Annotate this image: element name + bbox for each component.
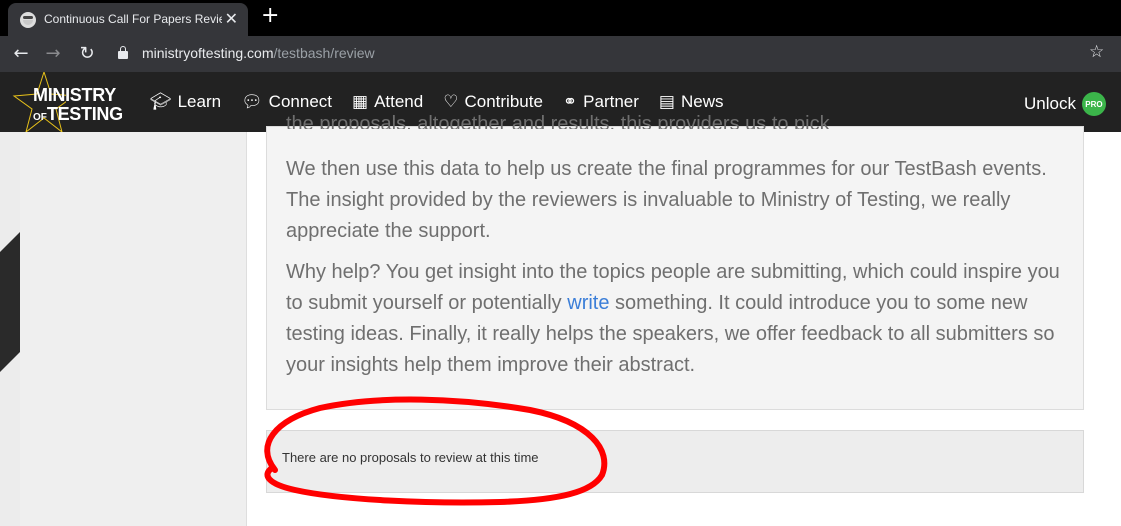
no-proposals-notice: There are no proposals to review at this… bbox=[266, 430, 1084, 493]
forward-arrow-icon[interactable]: → bbox=[41, 42, 65, 66]
tab-title: Continuous Call For Papers Review bbox=[44, 12, 222, 26]
intro-partial-line: the proposals, altogether and results, t… bbox=[286, 113, 830, 129]
bookmark-star-icon[interactable]: ☆ bbox=[1089, 42, 1104, 62]
logo-of: OF bbox=[33, 112, 47, 123]
pro-badge: PRO bbox=[1081, 92, 1106, 116]
intro-paragraph-1: We then use this data to help us create … bbox=[286, 158, 1047, 242]
menu-learn-label: Learn bbox=[177, 92, 222, 111]
logo-line-ministry: MINISTRY bbox=[33, 85, 116, 105]
ministry-of-testing-logo[interactable]: MINISTRY OFTESTING bbox=[6, 72, 134, 132]
decorative-strip bbox=[0, 132, 20, 526]
logo-testing: TESTING bbox=[46, 104, 123, 124]
url-path: /testbash/review bbox=[273, 45, 375, 61]
address-bar[interactable]: ministryoftesting.com/testbash/review bbox=[142, 45, 375, 61]
notice-text: There are no proposals to review at this… bbox=[282, 450, 539, 465]
intro-panel: the proposals, altogether and results, t… bbox=[266, 113, 1084, 410]
new-tab-button[interactable]: + bbox=[261, 5, 279, 27]
tab-close-icon[interactable]: ✕ bbox=[225, 11, 238, 27]
intro-paragraph-2: Why help? You get insight into the topic… bbox=[286, 257, 1066, 381]
sidebar bbox=[20, 132, 246, 526]
browser-toolbar: ← → ↻ ministryoftesting.com/testbash/rev… bbox=[0, 36, 1121, 72]
lock-icon[interactable] bbox=[118, 46, 128, 60]
menu-learn[interactable]: 🎓︎ Learn bbox=[150, 92, 221, 112]
write-link[interactable]: write bbox=[567, 292, 609, 314]
browser-tab[interactable]: Continuous Call For Papers Review ✕ bbox=[8, 3, 248, 36]
reload-icon[interactable]: ↻ bbox=[75, 42, 99, 66]
graduation-cap-icon: 🎓︎ bbox=[150, 92, 172, 112]
site-favicon-icon bbox=[20, 12, 36, 28]
browser-tabstrip: Continuous Call For Papers Review ✕ + bbox=[0, 0, 1121, 36]
url-host: ministryoftesting.com bbox=[142, 45, 274, 61]
logo-line-testing: OFTESTING bbox=[33, 104, 123, 125]
back-arrow-icon[interactable]: ← bbox=[9, 42, 33, 66]
chat-bubbles-icon: 💬︎ bbox=[241, 92, 263, 112]
